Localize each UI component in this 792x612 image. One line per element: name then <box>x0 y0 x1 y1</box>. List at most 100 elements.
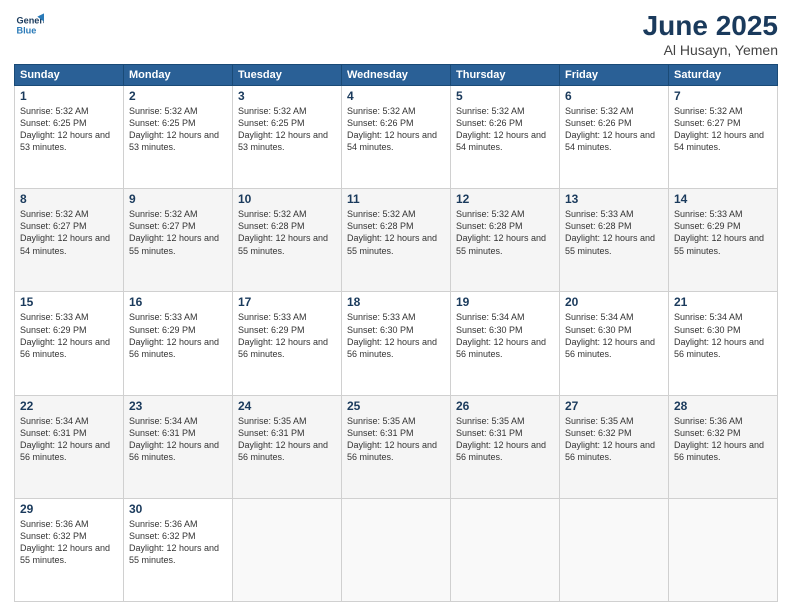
calendar-cell: 12 Sunrise: 5:32 AMSunset: 6:28 PMDaylig… <box>451 189 560 292</box>
day-info: Sunrise: 5:34 AMSunset: 6:31 PMDaylight:… <box>20 416 110 462</box>
day-number: 18 <box>347 295 445 309</box>
calendar-cell: 22 Sunrise: 5:34 AMSunset: 6:31 PMDaylig… <box>15 395 124 498</box>
calendar-title: June 2025 <box>643 10 778 42</box>
day-info: Sunrise: 5:35 AMSunset: 6:31 PMDaylight:… <box>347 416 437 462</box>
day-number: 6 <box>565 89 663 103</box>
day-info: Sunrise: 5:32 AMSunset: 6:27 PMDaylight:… <box>129 209 219 255</box>
calendar-cell <box>342 498 451 601</box>
day-number: 13 <box>565 192 663 206</box>
day-number: 17 <box>238 295 336 309</box>
calendar-cell <box>669 498 778 601</box>
calendar-cell: 5 Sunrise: 5:32 AMSunset: 6:26 PMDayligh… <box>451 86 560 189</box>
col-header-sunday: Sunday <box>15 65 124 86</box>
day-info: Sunrise: 5:32 AMSunset: 6:26 PMDaylight:… <box>347 106 437 152</box>
calendar-cell: 8 Sunrise: 5:32 AMSunset: 6:27 PMDayligh… <box>15 189 124 292</box>
day-number: 26 <box>456 399 554 413</box>
day-info: Sunrise: 5:33 AMSunset: 6:29 PMDaylight:… <box>238 312 328 358</box>
day-info: Sunrise: 5:33 AMSunset: 6:29 PMDaylight:… <box>20 312 110 358</box>
day-info: Sunrise: 5:33 AMSunset: 6:29 PMDaylight:… <box>129 312 219 358</box>
calendar-cell: 17 Sunrise: 5:33 AMSunset: 6:29 PMDaylig… <box>233 292 342 395</box>
col-header-tuesday: Tuesday <box>233 65 342 86</box>
calendar-cell: 2 Sunrise: 5:32 AMSunset: 6:25 PMDayligh… <box>124 86 233 189</box>
day-number: 23 <box>129 399 227 413</box>
day-number: 25 <box>347 399 445 413</box>
calendar-cell: 6 Sunrise: 5:32 AMSunset: 6:26 PMDayligh… <box>560 86 669 189</box>
day-number: 27 <box>565 399 663 413</box>
col-header-thursday: Thursday <box>451 65 560 86</box>
calendar-table: SundayMondayTuesdayWednesdayThursdayFrid… <box>14 64 778 602</box>
day-info: Sunrise: 5:32 AMSunset: 6:27 PMDaylight:… <box>20 209 110 255</box>
day-number: 20 <box>565 295 663 309</box>
calendar-cell: 24 Sunrise: 5:35 AMSunset: 6:31 PMDaylig… <box>233 395 342 498</box>
calendar-cell: 30 Sunrise: 5:36 AMSunset: 6:32 PMDaylig… <box>124 498 233 601</box>
col-header-monday: Monday <box>124 65 233 86</box>
day-number: 10 <box>238 192 336 206</box>
calendar-cell: 15 Sunrise: 5:33 AMSunset: 6:29 PMDaylig… <box>15 292 124 395</box>
calendar-cell: 20 Sunrise: 5:34 AMSunset: 6:30 PMDaylig… <box>560 292 669 395</box>
day-number: 4 <box>347 89 445 103</box>
day-number: 12 <box>456 192 554 206</box>
calendar-cell: 7 Sunrise: 5:32 AMSunset: 6:27 PMDayligh… <box>669 86 778 189</box>
col-header-friday: Friday <box>560 65 669 86</box>
day-number: 30 <box>129 502 227 516</box>
day-number: 1 <box>20 89 118 103</box>
day-number: 29 <box>20 502 118 516</box>
calendar-cell: 18 Sunrise: 5:33 AMSunset: 6:30 PMDaylig… <box>342 292 451 395</box>
day-number: 24 <box>238 399 336 413</box>
day-number: 7 <box>674 89 772 103</box>
day-info: Sunrise: 5:32 AMSunset: 6:27 PMDaylight:… <box>674 106 764 152</box>
calendar-cell: 27 Sunrise: 5:35 AMSunset: 6:32 PMDaylig… <box>560 395 669 498</box>
day-info: Sunrise: 5:35 AMSunset: 6:31 PMDaylight:… <box>238 416 328 462</box>
svg-text:Blue: Blue <box>17 25 37 35</box>
day-number: 11 <box>347 192 445 206</box>
day-number: 5 <box>456 89 554 103</box>
day-info: Sunrise: 5:33 AMSunset: 6:29 PMDaylight:… <box>674 209 764 255</box>
day-number: 3 <box>238 89 336 103</box>
logo: General Blue <box>14 10 44 40</box>
day-info: Sunrise: 5:32 AMSunset: 6:25 PMDaylight:… <box>20 106 110 152</box>
calendar-cell: 13 Sunrise: 5:33 AMSunset: 6:28 PMDaylig… <box>560 189 669 292</box>
day-info: Sunrise: 5:34 AMSunset: 6:31 PMDaylight:… <box>129 416 219 462</box>
day-info: Sunrise: 5:36 AMSunset: 6:32 PMDaylight:… <box>674 416 764 462</box>
calendar-cell: 1 Sunrise: 5:32 AMSunset: 6:25 PMDayligh… <box>15 86 124 189</box>
day-number: 19 <box>456 295 554 309</box>
day-info: Sunrise: 5:34 AMSunset: 6:30 PMDaylight:… <box>456 312 546 358</box>
calendar-cell: 16 Sunrise: 5:33 AMSunset: 6:29 PMDaylig… <box>124 292 233 395</box>
calendar-cell: 25 Sunrise: 5:35 AMSunset: 6:31 PMDaylig… <box>342 395 451 498</box>
day-info: Sunrise: 5:36 AMSunset: 6:32 PMDaylight:… <box>20 519 110 565</box>
day-info: Sunrise: 5:32 AMSunset: 6:25 PMDaylight:… <box>129 106 219 152</box>
day-number: 8 <box>20 192 118 206</box>
day-number: 28 <box>674 399 772 413</box>
day-info: Sunrise: 5:32 AMSunset: 6:26 PMDaylight:… <box>565 106 655 152</box>
calendar-cell: 26 Sunrise: 5:35 AMSunset: 6:31 PMDaylig… <box>451 395 560 498</box>
day-info: Sunrise: 5:36 AMSunset: 6:32 PMDaylight:… <box>129 519 219 565</box>
day-number: 16 <box>129 295 227 309</box>
day-info: Sunrise: 5:34 AMSunset: 6:30 PMDaylight:… <box>565 312 655 358</box>
calendar-cell <box>560 498 669 601</box>
calendar-subtitle: Al Husayn, Yemen <box>643 42 778 58</box>
calendar-cell: 11 Sunrise: 5:32 AMSunset: 6:28 PMDaylig… <box>342 189 451 292</box>
day-number: 9 <box>129 192 227 206</box>
day-number: 14 <box>674 192 772 206</box>
calendar-cell: 14 Sunrise: 5:33 AMSunset: 6:29 PMDaylig… <box>669 189 778 292</box>
calendar-cell: 28 Sunrise: 5:36 AMSunset: 6:32 PMDaylig… <box>669 395 778 498</box>
col-header-wednesday: Wednesday <box>342 65 451 86</box>
calendar-cell <box>233 498 342 601</box>
col-header-saturday: Saturday <box>669 65 778 86</box>
day-info: Sunrise: 5:32 AMSunset: 6:26 PMDaylight:… <box>456 106 546 152</box>
calendar-cell: 10 Sunrise: 5:32 AMSunset: 6:28 PMDaylig… <box>233 189 342 292</box>
day-info: Sunrise: 5:32 AMSunset: 6:28 PMDaylight:… <box>238 209 328 255</box>
calendar-cell: 4 Sunrise: 5:32 AMSunset: 6:26 PMDayligh… <box>342 86 451 189</box>
calendar-cell: 3 Sunrise: 5:32 AMSunset: 6:25 PMDayligh… <box>233 86 342 189</box>
day-info: Sunrise: 5:32 AMSunset: 6:28 PMDaylight:… <box>347 209 437 255</box>
day-info: Sunrise: 5:32 AMSunset: 6:28 PMDaylight:… <box>456 209 546 255</box>
day-info: Sunrise: 5:33 AMSunset: 6:30 PMDaylight:… <box>347 312 437 358</box>
title-block: June 2025 Al Husayn, Yemen <box>643 10 778 58</box>
day-number: 21 <box>674 295 772 309</box>
calendar-cell: 19 Sunrise: 5:34 AMSunset: 6:30 PMDaylig… <box>451 292 560 395</box>
day-info: Sunrise: 5:32 AMSunset: 6:25 PMDaylight:… <box>238 106 328 152</box>
day-info: Sunrise: 5:35 AMSunset: 6:31 PMDaylight:… <box>456 416 546 462</box>
calendar-cell: 29 Sunrise: 5:36 AMSunset: 6:32 PMDaylig… <box>15 498 124 601</box>
calendar-cell: 23 Sunrise: 5:34 AMSunset: 6:31 PMDaylig… <box>124 395 233 498</box>
logo-icon: General Blue <box>14 10 44 40</box>
